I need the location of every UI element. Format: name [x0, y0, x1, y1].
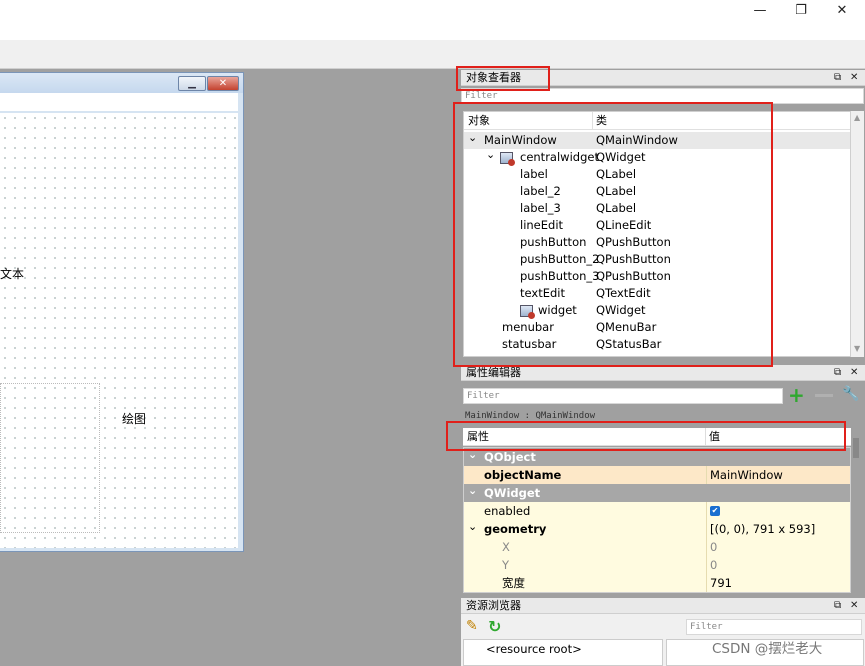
maximize-button[interactable]: ❐ — [778, 0, 824, 20]
property-name: enabled — [484, 504, 531, 518]
close-icon[interactable]: ✕ — [850, 365, 858, 381]
scroll-up-icon[interactable]: ▲ — [854, 113, 860, 122]
close-button[interactable]: ✕ — [819, 0, 865, 20]
minimize-icon: ▁ — [188, 78, 196, 89]
minimize-button[interactable]: — — [737, 0, 783, 20]
close-icon[interactable]: ✕ — [850, 598, 858, 614]
property-value[interactable]: 0 — [710, 556, 717, 574]
property-group-row[interactable]: ⌄ QWidget — [464, 482, 850, 502]
property-value[interactable]: 0 — [710, 538, 717, 556]
form-canvas[interactable]: 文本 绘图 — [0, 113, 238, 548]
close-icon[interactable]: ✕ — [850, 70, 858, 86]
property-name: 宽度 — [502, 576, 525, 590]
text-label[interactable]: 文本 — [0, 265, 24, 282]
chevron-down-icon[interactable]: ⌄ — [468, 482, 477, 500]
watermark: CSDN @摆烂老大 — [712, 641, 823, 657]
chevron-down-icon[interactable]: ⌄ — [468, 518, 477, 536]
property-filter-input[interactable]: Filter — [463, 388, 783, 404]
highlight-property-header — [446, 421, 846, 451]
reload-icon[interactable]: ↻ — [488, 617, 506, 636]
resource-filter-input[interactable]: Filter — [686, 619, 862, 635]
property-editor-title: 属性编辑器 — [466, 366, 521, 379]
property-context: MainWindow : QMainWindow — [465, 411, 596, 421]
float-icon[interactable]: ⧉ — [834, 365, 841, 381]
maximize-icon: ❐ — [795, 2, 807, 18]
property-row[interactable]: objectName MainWindow — [464, 466, 850, 484]
property-name: QWidget — [484, 486, 541, 500]
property-editor-title-bar: 属性编辑器 ⧉ ✕ — [461, 365, 865, 381]
edit-resources-icon[interactable]: ✎ — [466, 618, 484, 636]
property-name: X — [502, 540, 510, 554]
form-minimize-button[interactable]: ▁ — [178, 76, 206, 91]
form-title-bar[interactable]: ▁ ✕ — [0, 73, 243, 93]
property-table[interactable]: ⌄ QObject objectName MainWindow ⌄ QWidget enab… — [463, 447, 851, 593]
resource-tree[interactable]: <resource root> — [463, 639, 663, 666]
scroll-down-icon[interactable]: ▼ — [854, 344, 860, 353]
property-row[interactable]: 宽度 791 — [464, 574, 850, 592]
property-value[interactable]: MainWindow — [710, 466, 783, 484]
remove-property-icon[interactable] — [815, 394, 833, 397]
toolbar — [0, 40, 865, 69]
resource-root-item[interactable]: <resource root> — [486, 642, 582, 656]
property-name: Y — [502, 558, 510, 572]
property-scrollbar-thumb[interactable] — [853, 438, 859, 458]
property-name: geometry — [484, 522, 547, 536]
property-row[interactable]: ⌄ geometry [(0, 0), 791 x 593] — [464, 518, 850, 538]
property-row[interactable]: Y0 — [464, 556, 850, 574]
enabled-checkbox[interactable]: ✔ — [710, 506, 720, 516]
property-value[interactable]: [(0, 0), 791 x 593] — [710, 520, 815, 538]
form-close-button[interactable]: ✕ — [207, 76, 239, 91]
minimize-icon: — — [753, 2, 767, 18]
property-name: objectName — [484, 468, 562, 482]
object-tree-scrollbar[interactable]: ▲ ▼ — [851, 111, 864, 357]
wrench-icon[interactable]: 🔧 — [842, 386, 860, 406]
main-title-bar: — ❐ ✕ — [0, 0, 865, 20]
add-property-icon[interactable]: + — [788, 385, 808, 406]
form-menubar[interactable] — [0, 93, 238, 111]
highlight-object-tree — [453, 102, 773, 367]
property-row[interactable]: enabled ✔ — [464, 502, 850, 520]
property-row[interactable]: X0 — [464, 538, 850, 556]
float-icon[interactable]: ⧉ — [834, 70, 841, 86]
highlight-inspector-title — [456, 66, 550, 91]
designer-form-window[interactable]: ▁ ✕ 文本 绘图 — [0, 72, 244, 552]
resource-browser-title-bar: 资源浏览器 ⧉ ✕ — [461, 598, 865, 614]
draw-label[interactable]: 绘图 — [122, 410, 146, 427]
resource-browser-title: 资源浏览器 — [466, 599, 521, 612]
property-value[interactable]: 791 — [710, 574, 732, 592]
float-icon[interactable]: ⧉ — [834, 598, 841, 614]
close-icon: ✕ — [218, 78, 228, 89]
widget-frame[interactable] — [0, 383, 100, 533]
menu-bar — [0, 20, 865, 40]
close-icon: ✕ — [836, 2, 848, 18]
